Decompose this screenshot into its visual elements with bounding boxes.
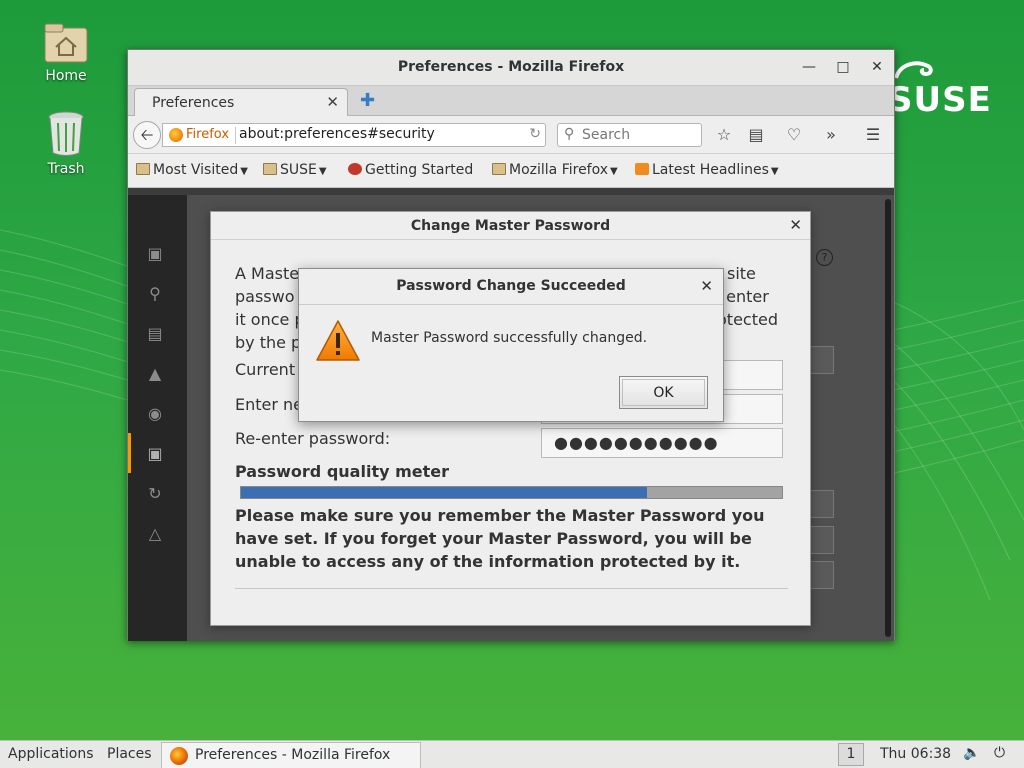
general-icon[interactable]: ▣ bbox=[144, 243, 166, 265]
password-quality-meter-fill bbox=[241, 487, 647, 498]
places-menu[interactable]: Places bbox=[107, 746, 152, 762]
taskbar-window-firefox[interactable]: Preferences - Mozilla Firefox bbox=[161, 742, 421, 768]
overflow-chevron-icon[interactable]: » bbox=[820, 124, 842, 146]
trash-icon bbox=[48, 111, 84, 156]
security-icon[interactable]: ▣ bbox=[144, 443, 166, 465]
bookmark-most-visited[interactable]: Most Visited ▼ bbox=[136, 162, 248, 178]
bookmark-label: Most Visited bbox=[153, 162, 239, 178]
content-scrollbar[interactable] bbox=[885, 199, 891, 637]
applications-menu[interactable]: Applications bbox=[8, 746, 94, 762]
pocket-icon[interactable]: ♡ bbox=[783, 124, 805, 146]
desktop-icon-label: Trash bbox=[47, 161, 85, 177]
password-quality-label: Password quality meter bbox=[235, 462, 449, 481]
bookmarks-menu-icon[interactable]: ▤ bbox=[745, 124, 767, 146]
search-icon[interactable]: ⚲ bbox=[144, 283, 166, 305]
tab-label: Preferences bbox=[152, 95, 235, 111]
pref-button-edge[interactable] bbox=[810, 561, 834, 589]
bookmarks-toolbar: Most Visited ▼ SUSE ▼ Getting Started Mozi… bbox=[128, 154, 894, 188]
back-button[interactable]: 🡠 bbox=[133, 121, 161, 149]
help-icon[interactable]: ? bbox=[816, 249, 833, 266]
ok-button[interactable]: OK bbox=[619, 376, 708, 409]
tab-bar: Preferences ✕ ✚ bbox=[128, 86, 894, 116]
desktop-icon-trash[interactable]: Trash bbox=[26, 111, 106, 177]
suse-logo-text: SUSE bbox=[888, 80, 992, 120]
power-icon[interactable]: ⏻ bbox=[994, 745, 1005, 761]
window-title: Preferences - Mozilla Firefox bbox=[397, 59, 625, 75]
dialog-close-icon[interactable]: ✕ bbox=[789, 216, 802, 234]
home-folder-icon bbox=[44, 23, 88, 63]
firefox-identity-icon bbox=[169, 128, 183, 142]
reenter-password-field[interactable]: ●●●●●●●●●●● bbox=[541, 428, 783, 458]
url-bar[interactable]: Firefox about:preferences#security ↻ bbox=[162, 123, 546, 147]
window-titlebar[interactable]: Preferences - Mozilla Firefox — □ ✕ bbox=[128, 50, 894, 86]
hamburger-menu-icon[interactable]: ☰ bbox=[862, 124, 884, 146]
search-input[interactable] bbox=[582, 125, 697, 145]
dialog-separator bbox=[235, 588, 788, 589]
reload-icon[interactable]: ↻ bbox=[529, 126, 541, 142]
minimize-button[interactable]: — bbox=[800, 58, 818, 76]
maximize-button[interactable]: □ bbox=[834, 58, 852, 76]
close-window-button[interactable]: ✕ bbox=[868, 58, 886, 76]
pref-button-edge[interactable] bbox=[810, 490, 834, 518]
saved-logins-button-edge[interactable] bbox=[810, 346, 834, 374]
navigation-toolbar: 🡠 Firefox about:preferences#security ↻ ⚲… bbox=[128, 116, 894, 154]
bookmark-label: Mozilla Firefox bbox=[509, 162, 609, 178]
bookmark-label: Latest Headlines bbox=[652, 162, 769, 178]
volume-icon[interactable]: 🔈 bbox=[963, 745, 980, 761]
sync-icon[interactable]: ↻ bbox=[144, 483, 166, 505]
chevron-down-icon: ▼ bbox=[770, 166, 779, 177]
bookmark-mozilla-firefox[interactable]: Mozilla Firefox ▼ bbox=[492, 162, 618, 178]
folder-icon bbox=[492, 163, 506, 175]
reenter-password-label: Re-enter password: bbox=[235, 429, 391, 448]
pref-button-edge[interactable] bbox=[810, 526, 834, 554]
chevron-down-icon: ▼ bbox=[240, 166, 248, 177]
modal-title: Password Change Succeeded bbox=[299, 269, 723, 305]
workspace-switcher[interactable]: 1 bbox=[838, 743, 864, 766]
search-box[interactable]: ⚲ bbox=[557, 123, 702, 147]
applications-icon[interactable]: ▲ bbox=[144, 363, 166, 385]
bookmark-label: SUSE bbox=[280, 162, 317, 178]
new-tab-button[interactable]: ✚ bbox=[360, 90, 375, 111]
password-change-succeeded-dialog: Password Change Succeeded ✕ Master Passw… bbox=[298, 268, 724, 422]
desktop-icon-home[interactable]: Home bbox=[26, 22, 106, 84]
chevron-down-icon: ▼ bbox=[610, 166, 618, 177]
master-password-warning: Please make sure you remember the Master… bbox=[235, 506, 765, 571]
chameleon-icon bbox=[348, 163, 362, 175]
modal-message: Master Password successfully changed. bbox=[371, 330, 648, 346]
desktop-icon-label: Home bbox=[45, 68, 87, 84]
chevron-down-icon: ▼ bbox=[318, 166, 327, 177]
dialog-title: Change Master Password bbox=[211, 212, 810, 240]
privacy-icon[interactable]: ◉ bbox=[144, 403, 166, 425]
folder-icon bbox=[136, 163, 150, 175]
bookmark-star-icon[interactable]: ☆ bbox=[713, 124, 735, 146]
new-password-label: Enter ne bbox=[235, 395, 304, 414]
bookmark-getting-started[interactable]: Getting Started bbox=[348, 162, 473, 178]
bookmark-latest-headlines[interactable]: Latest Headlines ▼ bbox=[635, 162, 779, 178]
advanced-icon[interactable]: △ bbox=[144, 523, 166, 545]
rss-icon bbox=[635, 163, 649, 175]
firefox-icon bbox=[170, 747, 188, 765]
current-password-label: Current bbox=[235, 360, 296, 379]
identity-label: Firefox bbox=[186, 127, 230, 142]
content-icon[interactable]: ▤ bbox=[144, 323, 166, 345]
folder-icon bbox=[263, 163, 277, 175]
url-separator bbox=[235, 127, 236, 144]
taskbar: Applications Places Preferences - Mozill… bbox=[0, 740, 1024, 768]
tab-preferences[interactable]: Preferences ✕ bbox=[134, 88, 348, 116]
modal-close-icon[interactable]: ✕ bbox=[700, 277, 713, 295]
warning-icon bbox=[316, 320, 360, 361]
taskbar-window-label: Preferences - Mozilla Firefox bbox=[195, 747, 391, 763]
active-category-indicator bbox=[128, 433, 131, 473]
tab-close-icon[interactable]: ✕ bbox=[326, 93, 339, 111]
url-text[interactable]: about:preferences#security bbox=[239, 126, 435, 142]
clock[interactable]: Thu 06:38 bbox=[880, 746, 951, 762]
chameleon-logo-icon bbox=[894, 61, 933, 79]
preferences-sidebar: ▣ ⚲ ▤ ▲ ◉ ▣ ↻ △ bbox=[128, 195, 187, 641]
bookmark-label: Getting Started bbox=[365, 162, 474, 178]
bookmark-suse[interactable]: SUSE ▼ bbox=[263, 162, 327, 178]
search-icon: ⚲ bbox=[564, 126, 575, 142]
password-mask: ●●●●●●●●●●● bbox=[554, 433, 719, 452]
password-quality-meter bbox=[240, 486, 783, 499]
